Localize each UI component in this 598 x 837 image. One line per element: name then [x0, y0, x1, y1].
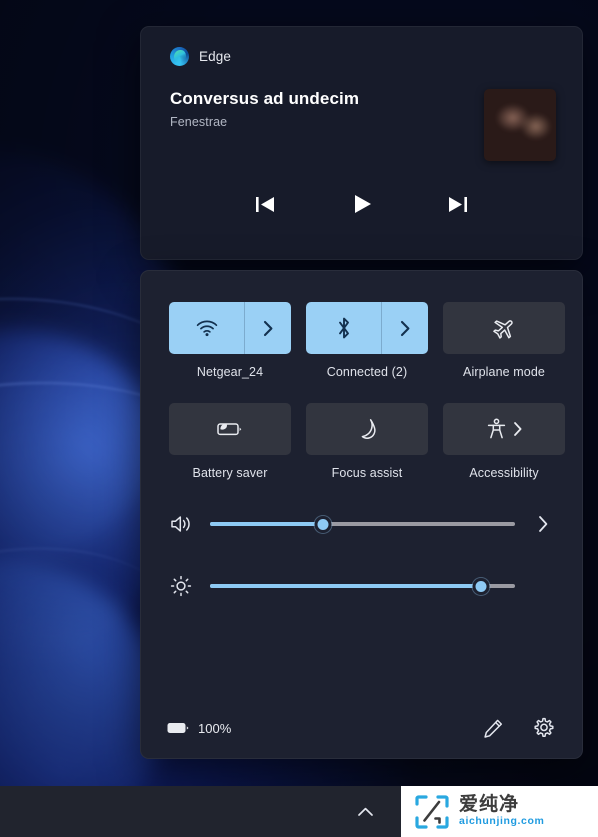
media-player-panel: Edge Conversus ad undecim Fenestrae	[140, 26, 583, 260]
chevron-right-icon	[538, 516, 547, 532]
accessibility-icon	[487, 418, 505, 439]
volume-track-fill	[210, 522, 323, 526]
play-button[interactable]	[345, 187, 379, 221]
volume-icon-wrap[interactable]	[167, 514, 195, 534]
volume-expand-button[interactable]	[530, 515, 556, 533]
skip-next-icon	[449, 196, 467, 212]
aichunjing-logo	[413, 793, 451, 831]
watermark-en: aichunjing.com	[459, 815, 545, 828]
media-app-header: Edge	[141, 27, 582, 66]
taskbar-overflow-button[interactable]	[348, 795, 382, 829]
tile-label-airplane: Airplane mode	[463, 365, 545, 379]
brightness-slider-thumb[interactable]	[472, 577, 490, 595]
gear-icon	[534, 717, 554, 737]
album-art-layer	[484, 89, 556, 161]
settings-button[interactable]	[528, 713, 558, 743]
volume-slider-thumb[interactable]	[314, 515, 332, 533]
tile-cell-wifi: Netgear_24	[169, 302, 291, 379]
tile-focus-assist[interactable]	[306, 403, 428, 455]
tile-bluetooth[interactable]	[306, 302, 428, 354]
battery-full-icon	[167, 723, 189, 733]
album-art	[484, 89, 556, 161]
wifi-icon	[196, 320, 217, 336]
moon-icon	[361, 419, 376, 439]
edit-quick-settings-button[interactable]	[478, 713, 508, 743]
media-text-block: Conversus ad undecim Fenestrae	[170, 89, 359, 161]
play-icon	[354, 195, 371, 213]
battery-percentage: 100%	[198, 720, 232, 736]
watermark-cn: 爱纯净	[459, 794, 520, 816]
tile-label-bluetooth: Connected (2)	[326, 365, 408, 379]
brightness-icon-wrap	[167, 575, 195, 597]
tile-wifi[interactable]	[169, 302, 291, 354]
quick-settings-sliders	[141, 480, 582, 597]
tile-row: Netgear_24 Connected (2) Airplane mode	[169, 302, 565, 379]
tile-cell-battery-saver: Battery saver	[169, 403, 291, 480]
footer-actions	[478, 713, 558, 743]
tile-airplane-mode[interactable]	[443, 302, 565, 354]
tile-label-battery-saver: Battery saver	[192, 466, 268, 480]
brightness-track-fill	[210, 584, 482, 588]
tile-cell-focus-assist: Focus assist	[306, 403, 428, 480]
aichunjing-logo-mark	[415, 794, 449, 829]
chevron-up-icon	[357, 807, 373, 816]
brightness-slider-row	[167, 575, 556, 597]
volume-slider[interactable]	[210, 514, 515, 534]
brightness-icon	[170, 575, 192, 597]
skip-previous-icon	[256, 196, 274, 212]
brightness-slider[interactable]	[210, 576, 515, 596]
quick-settings-tiles: Netgear_24 Connected (2) Airplane mode B…	[141, 271, 582, 480]
previous-track-button[interactable]	[249, 187, 283, 221]
battery-saver-icon	[217, 423, 242, 436]
next-track-button[interactable]	[441, 187, 475, 221]
airplane-icon	[492, 319, 513, 339]
tile-label-accessibility: Accessibility	[469, 466, 539, 480]
watermark: 爱纯净 aichunjing.com	[401, 786, 598, 837]
volume-icon	[171, 516, 190, 532]
bluetooth-icon	[338, 317, 349, 339]
tile-bluetooth-toggle[interactable]	[306, 302, 381, 354]
volume-slider-row	[167, 514, 556, 534]
battery-status: 100%	[167, 721, 231, 736]
quick-settings-panel: Netgear_24 Connected (2) Airplane mode B…	[140, 270, 583, 759]
tile-cell-accessibility: Accessibility	[443, 403, 565, 480]
track-title: Conversus ad undecim	[170, 89, 360, 108]
tile-cell-bluetooth: Connected (2)	[306, 302, 428, 379]
tile-label-wifi: Netgear_24	[196, 365, 264, 379]
media-info-row: Conversus ad undecim Fenestrae	[141, 66, 582, 161]
watermark-text: 爱纯净 aichunjing.com	[459, 795, 544, 828]
track-artist: Fenestrae	[170, 115, 228, 129]
tile-row: Battery saver Focus assist Accessibility	[169, 403, 565, 480]
chevron-right-icon	[263, 320, 272, 336]
tile-cell-airplane: Airplane mode	[443, 302, 565, 379]
quick-settings-footer: 100%	[141, 698, 582, 758]
screen: Edge Conversus ad undecim Fenestrae Netg…	[0, 0, 598, 837]
chevron-right-icon	[400, 320, 409, 336]
edge-icon	[170, 47, 189, 66]
pencil-icon	[483, 719, 502, 738]
tile-wifi-toggle[interactable]	[169, 302, 244, 354]
tile-accessibility[interactable]	[443, 403, 565, 455]
tile-battery-saver[interactable]	[169, 403, 291, 455]
tile-wifi-expand[interactable]	[244, 302, 291, 354]
media-app-name: Edge	[199, 49, 231, 64]
tile-bluetooth-expand[interactable]	[381, 302, 428, 354]
media-controls	[141, 187, 582, 221]
tile-label-focus-assist: Focus assist	[331, 466, 403, 480]
chevron-right-icon	[513, 422, 521, 436]
